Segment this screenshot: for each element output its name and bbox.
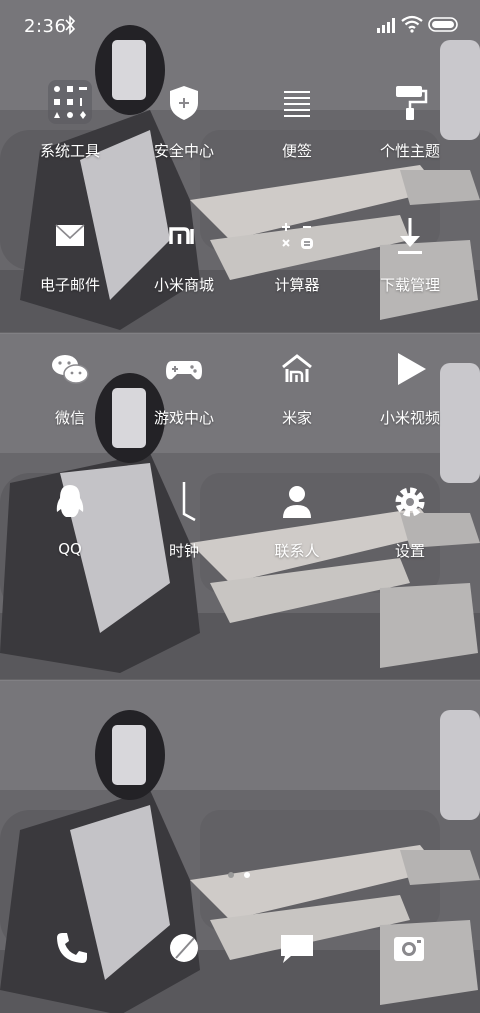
- app-contacts[interactable]: 联系人: [237, 480, 357, 600]
- signal-icon: [377, 18, 395, 33]
- app-label: 小米视频: [379, 409, 440, 427]
- page-indicator[interactable]: [226, 872, 254, 880]
- app-label: 小米商城: [153, 276, 214, 294]
- app-notes[interactable]: 便签: [237, 80, 357, 200]
- play-icon: [398, 353, 426, 385]
- app-settings[interactable]: 设置: [350, 480, 470, 600]
- app-wechat[interactable]: 微信: [10, 347, 130, 467]
- person-icon: [283, 486, 311, 518]
- status-time: 2:36: [24, 16, 67, 37]
- page-dot-1[interactable]: [228, 872, 234, 878]
- bluetooth-icon: [65, 15, 76, 35]
- app-email[interactable]: 电子邮件: [10, 214, 130, 334]
- paint-roller-icon: [396, 86, 428, 120]
- notes-icon: [284, 91, 310, 117]
- gear-icon: [395, 487, 425, 517]
- app-calculator[interactable]: 计算器: [237, 214, 357, 334]
- messages-icon[interactable]: [279, 930, 315, 966]
- phone-icon[interactable]: [54, 930, 90, 966]
- app-label: QQ: [58, 540, 82, 558]
- page-dot-2-active[interactable]: [244, 872, 250, 878]
- mail-icon: [55, 224, 85, 246]
- app-label: 游戏中心: [153, 409, 214, 427]
- app-qq[interactable]: QQ: [10, 480, 130, 600]
- app-label: 时钟: [168, 542, 199, 560]
- app-mijia[interactable]: 米家: [237, 347, 357, 467]
- gamepad-icon: [166, 361, 202, 380]
- wechat-icon: [52, 355, 89, 384]
- app-label: 联系人: [274, 542, 320, 560]
- clock-icon: [182, 482, 196, 522]
- app-label: 电子邮件: [39, 276, 100, 294]
- app-themes[interactable]: 个性主题: [350, 80, 470, 200]
- folder-icon: [48, 80, 92, 124]
- calculator-icon: [282, 223, 313, 249]
- home-icon: [282, 354, 312, 382]
- app-label: 系统工具: [39, 142, 100, 160]
- app-security-center[interactable]: 安全中心: [124, 80, 244, 200]
- app-system-tools[interactable]: 系统工具: [10, 80, 130, 200]
- qq-penguin-icon: [56, 485, 84, 517]
- wifi-icon: [401, 15, 423, 33]
- app-clock[interactable]: 时钟: [124, 480, 244, 600]
- mi-logo-icon: [169, 227, 194, 244]
- status-bar: 2:36: [0, 0, 480, 52]
- app-download-manager[interactable]: 下载管理: [350, 214, 470, 334]
- app-game-center[interactable]: 游戏中心: [124, 347, 244, 467]
- app-label: 微信: [54, 409, 85, 427]
- app-mi-video[interactable]: 小米视频: [350, 347, 470, 467]
- camera-icon[interactable]: [391, 930, 427, 966]
- app-label: 个性主题: [379, 142, 440, 160]
- app-label: 计算器: [274, 276, 320, 294]
- app-label: 米家: [281, 409, 312, 427]
- app-label: 便签: [281, 142, 312, 160]
- app-label: 设置: [394, 542, 425, 560]
- shield-plus-icon: [170, 86, 198, 120]
- app-label: 安全中心: [153, 142, 214, 160]
- app-mi-store[interactable]: 小米商城: [124, 214, 244, 334]
- download-icon: [398, 218, 422, 254]
- app-label: 下载管理: [379, 276, 440, 294]
- battery-icon: [428, 17, 458, 32]
- browser-icon[interactable]: [166, 930, 202, 966]
- wallpaper-divider: [0, 679, 480, 681]
